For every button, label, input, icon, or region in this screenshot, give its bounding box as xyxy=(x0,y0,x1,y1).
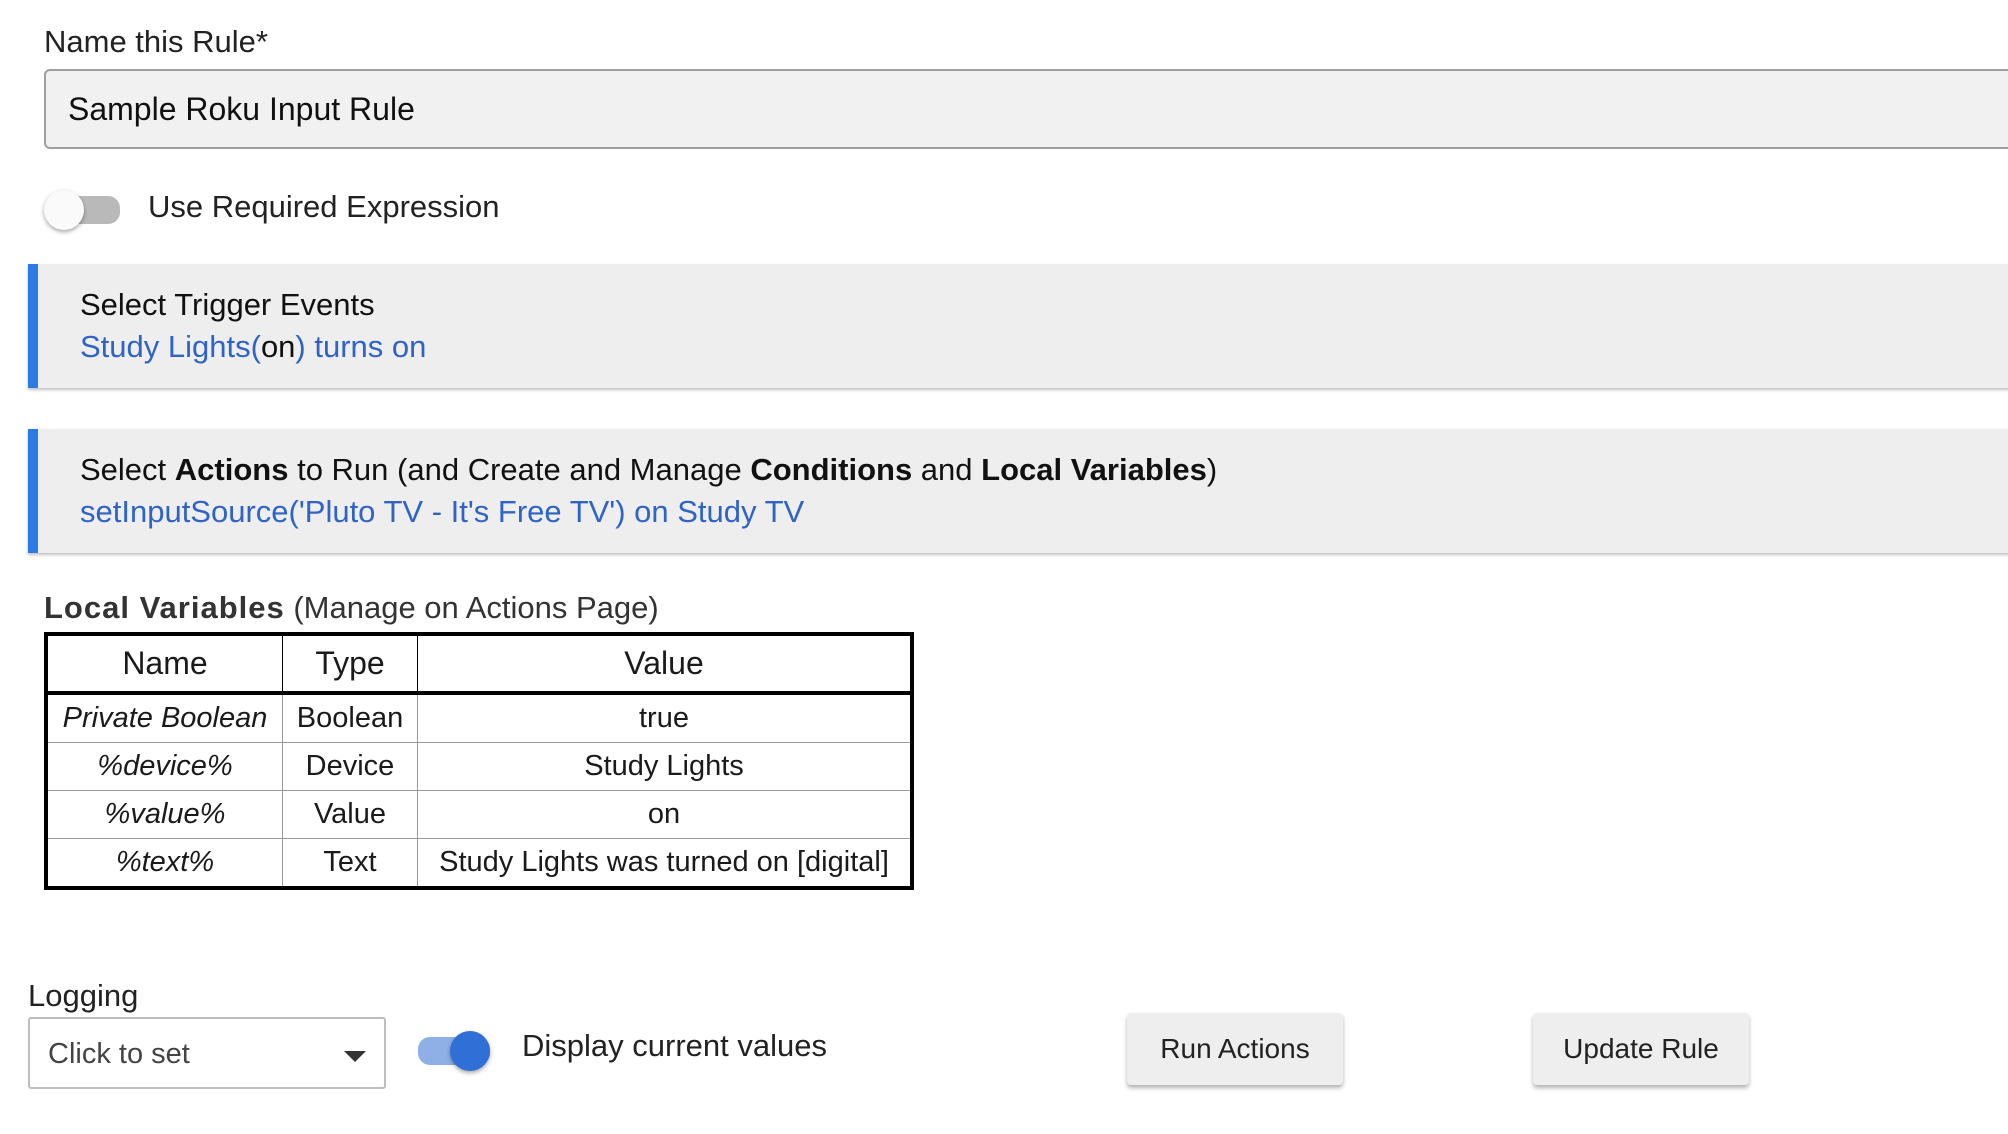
trigger-summary[interactable]: Study Lights(on) turns on xyxy=(80,329,426,365)
display-current-values-label: Display current values xyxy=(522,1028,827,1063)
table-header-row: Name Type Value xyxy=(45,633,913,695)
required-expression-toggle[interactable] xyxy=(44,190,120,230)
variable-value: true xyxy=(417,692,913,743)
toggle-knob xyxy=(44,190,84,230)
trigger-events-section[interactable]: Select Trigger Events Study Lights(on) t… xyxy=(28,264,2008,388)
logging-label: Logging xyxy=(28,978,139,1013)
trigger-event: turns on xyxy=(314,329,427,364)
required-expression-label: Use Required Expression xyxy=(148,189,500,224)
variable-type: Device xyxy=(282,742,418,791)
variable-name: %value% xyxy=(45,790,283,839)
trigger-paren-open: ( xyxy=(250,329,261,364)
toggle-knob xyxy=(450,1031,490,1071)
actions-title-part: ) xyxy=(1206,452,1218,487)
local-variables-heading-note: (Manage on Actions Page) xyxy=(284,590,659,625)
trigger-paren-close: ) xyxy=(295,329,306,364)
display-current-values-toggle[interactable] xyxy=(418,1031,490,1071)
variable-value: Study Lights xyxy=(417,742,913,791)
actions-title-bold-conditions: Conditions xyxy=(750,452,913,487)
variable-value: Study Lights was turned on [digital] xyxy=(417,838,913,889)
local-variables-heading-bold: Local Variables xyxy=(44,590,285,625)
update-rule-button[interactable]: Update Rule xyxy=(1533,1013,1749,1085)
actions-title-part: and xyxy=(912,452,982,487)
trigger-state: on xyxy=(260,329,296,364)
rule-name-label: Name this Rule* xyxy=(44,24,268,59)
column-header-type: Type xyxy=(282,633,418,695)
local-variables-table: Name Type Value Private Boolean Boolean … xyxy=(44,632,914,890)
variable-type: Value xyxy=(282,790,418,839)
table-row: %text% Text Study Lights was turned on [… xyxy=(45,838,913,889)
table-row: %device% Device Study Lights xyxy=(45,742,913,791)
actions-title-bold-actions: Actions xyxy=(174,452,289,487)
logging-select[interactable]: Click to set xyxy=(28,1017,386,1089)
actions-title-part: to Run (and Create and Manage xyxy=(288,452,751,487)
variable-value: on xyxy=(417,790,913,839)
table-row: %value% Value on xyxy=(45,790,913,839)
table-row: Private Boolean Boolean true xyxy=(45,692,913,743)
actions-title-bold-local-variables: Local Variables xyxy=(981,452,1207,487)
actions-title[interactable]: Select Actions to Run (and Create and Ma… xyxy=(80,452,1217,488)
trigger-device: Study Lights xyxy=(80,329,251,364)
action-summary[interactable]: setInputSource('Pluto TV - It's Free TV'… xyxy=(80,494,804,530)
column-header-value: Value xyxy=(417,633,913,695)
actions-section[interactable]: Select Actions to Run (and Create and Ma… xyxy=(28,429,2008,553)
variable-type: Boolean xyxy=(282,692,418,743)
run-actions-button[interactable]: Run Actions xyxy=(1127,1013,1343,1085)
logging-selected-value: Click to set xyxy=(48,1038,190,1070)
variable-name: Private Boolean xyxy=(45,692,283,743)
trigger-events-title[interactable]: Select Trigger Events xyxy=(80,287,375,323)
rule-name-input[interactable] xyxy=(44,69,2008,149)
variable-name: %device% xyxy=(45,742,283,791)
local-variables-heading: Local Variables (Manage on Actions Page) xyxy=(44,590,659,626)
variable-type: Text xyxy=(282,838,418,889)
caret-down-icon xyxy=(344,1051,366,1062)
column-header-name: Name xyxy=(45,633,283,695)
actions-title-part: Select xyxy=(80,452,175,487)
variable-name: %text% xyxy=(45,838,283,889)
